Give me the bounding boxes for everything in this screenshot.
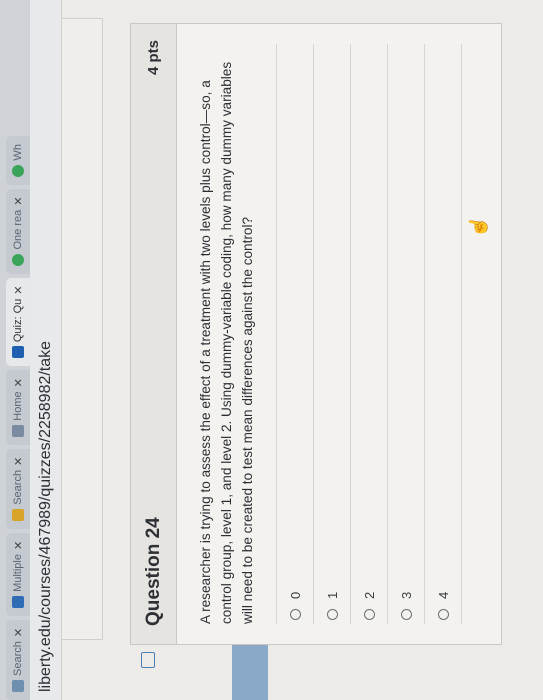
answer-option[interactable]: 0 — [277, 44, 314, 624]
answer-label: 4 — [435, 591, 451, 599]
tab-search-1[interactable]: Search ✕ — [6, 619, 30, 700]
close-icon[interactable]: ✕ — [12, 457, 25, 466]
radio-button[interactable] — [289, 609, 301, 620]
tab-label: One rea — [12, 209, 24, 250]
tab-one-rea[interactable]: One rea ✕ — [6, 188, 30, 274]
tab-label: Search — [12, 469, 24, 505]
tab-bar: Search ✕ Multiple ✕ Search ✕ Home ✕ Quiz… — [0, 0, 30, 700]
canvas-favicon-icon — [12, 346, 24, 359]
answer-option[interactable]: 3 — [388, 44, 425, 624]
address-bar[interactable]: liberty.edu/courses/467989/quizzes/22589… — [30, 0, 62, 700]
radio-button[interactable] — [363, 609, 375, 620]
tab-label: Multiple — [12, 554, 24, 592]
tab-favicon-icon — [12, 595, 24, 608]
tab-search-2[interactable]: Search ✕ — [6, 448, 30, 529]
tab-label: Quiz: Qu — [12, 298, 24, 343]
g-favicon-icon — [12, 253, 24, 266]
question-header: Question 24 4 pts — [131, 24, 177, 644]
flag-icon[interactable] — [141, 652, 155, 668]
question-text: A researcher is trying to assess the eff… — [198, 61, 255, 624]
g-favicon-icon — [12, 164, 24, 177]
radio-button[interactable] — [326, 609, 338, 620]
answer-option[interactable]: 2 — [351, 44, 388, 624]
question-points: 4 pts — [145, 40, 162, 76]
answer-list: 0 1 2 3 4 — [276, 44, 462, 624]
close-icon[interactable]: ✕ — [12, 286, 25, 295]
answer-label: 0 — [287, 591, 303, 599]
close-icon[interactable]: ✕ — [12, 197, 25, 206]
close-icon[interactable]: ✕ — [12, 378, 25, 387]
answer-option[interactable]: 1 — [314, 44, 351, 624]
question-card: Question 24 4 pts A researcher is trying… — [130, 23, 502, 668]
tab-favicon-icon — [12, 424, 24, 437]
answer-label: 1 — [324, 591, 340, 599]
tab-label: Wh — [12, 144, 24, 161]
radio-button[interactable] — [400, 609, 412, 620]
answer-option[interactable]: 4 — [425, 44, 462, 624]
question-title: Question 24 — [142, 517, 164, 626]
url-text: liberty.edu/courses/467989/quizzes/22589… — [36, 340, 54, 692]
radio-button[interactable] — [437, 609, 449, 620]
answer-label: 2 — [361, 591, 377, 599]
tab-multiple[interactable]: Multiple ✕ — [6, 532, 30, 616]
tab-label: Search — [12, 641, 24, 676]
mouse-cursor-icon: ☝ — [466, 213, 490, 240]
question-body: A researcher is trying to assess the eff… — [177, 24, 474, 644]
page-canvas: Search ✕ Multiple ✕ Search ✕ Home ✕ Quiz… — [0, 0, 543, 700]
tab-quiz[interactable]: Quiz: Qu ✕ — [6, 277, 30, 367]
tab-home[interactable]: Home ✕ — [6, 370, 30, 445]
close-icon[interactable]: ✕ — [12, 628, 25, 637]
tab-wh[interactable]: Wh — [6, 136, 30, 185]
previous-question-card — [62, 18, 103, 640]
sidebar-accent — [232, 640, 268, 700]
tab-favicon-icon — [12, 680, 24, 692]
close-icon[interactable]: ✕ — [12, 541, 25, 550]
answer-label: 3 — [398, 591, 414, 599]
tab-label: Home — [12, 391, 24, 421]
tab-favicon-icon — [12, 508, 24, 521]
